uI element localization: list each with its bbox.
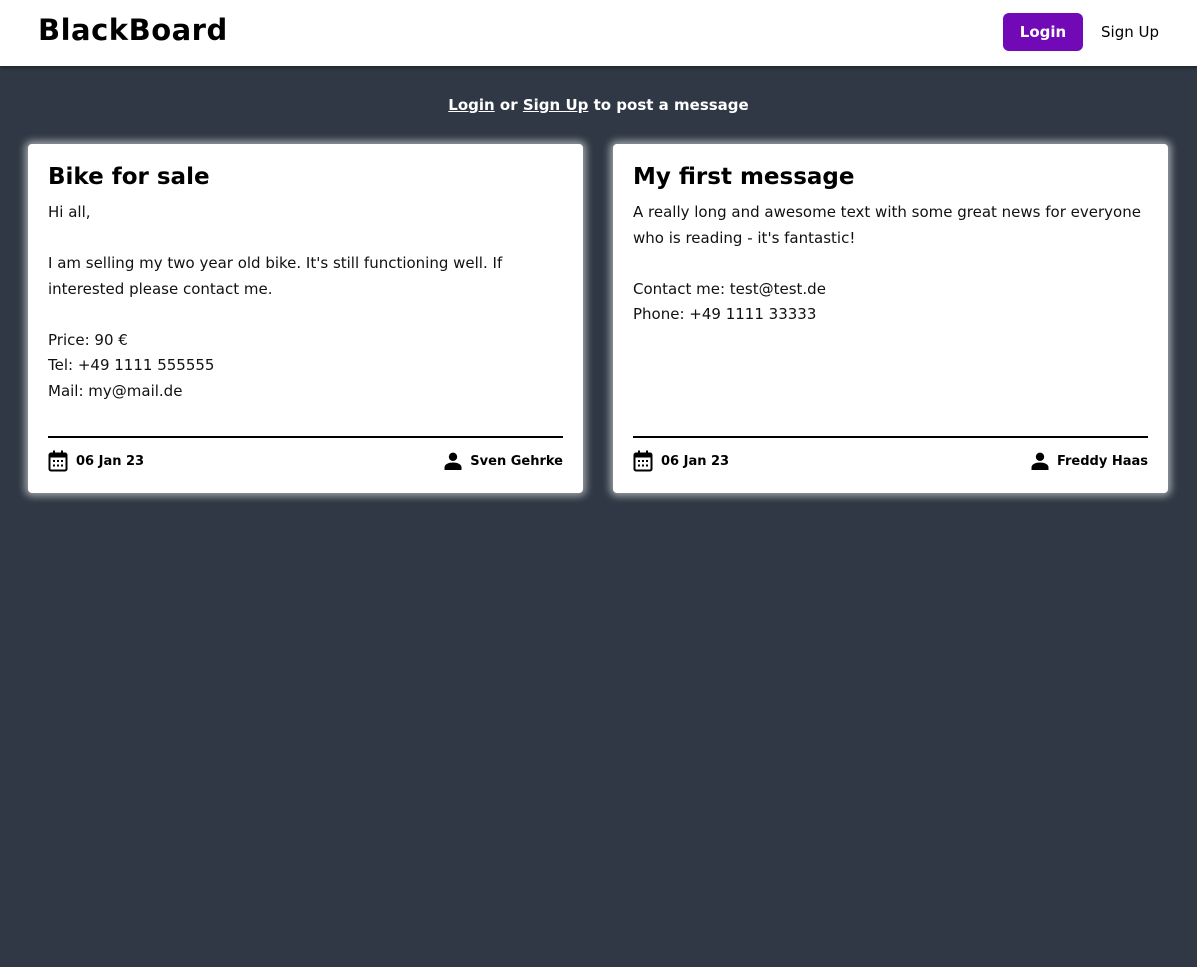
login-button[interactable]: Login (1003, 13, 1083, 51)
signup-button[interactable]: Sign Up (1096, 13, 1164, 51)
notice-or-text: or (499, 96, 518, 114)
calendar-icon (633, 450, 653, 472)
message-title: My first message (633, 164, 855, 190)
calendar-icon (48, 450, 68, 472)
card-divider (633, 436, 1148, 438)
message-author: Freddy Haas (1031, 452, 1148, 470)
message-body: A really long and awesome text with some… (633, 203, 1141, 323)
message-date-text: 06 Jan 23 (661, 453, 730, 469)
message-footer: 06 Jan 23 Freddy Haas (633, 450, 1148, 472)
notice-suffix-text: to post a message (593, 96, 749, 114)
message-author: Sven Gehrke (444, 452, 563, 470)
message-date-text: 06 Jan 23 (76, 453, 145, 469)
post-notice: Login or Sign Up to post a message (0, 95, 1197, 115)
message-card: My first message A really long and aweso… (613, 144, 1168, 493)
message-footer: 06 Jan 23 Sven Gehrke (48, 450, 563, 472)
notice-signup-link[interactable]: Sign Up (523, 96, 589, 114)
message-date: 06 Jan 23 (633, 450, 729, 472)
user-icon (444, 452, 462, 470)
message-author-text: Sven Gehrke (470, 453, 563, 469)
message-title: Bike for sale (48, 164, 210, 190)
card-divider (48, 436, 563, 438)
user-icon (1031, 452, 1049, 470)
notice-login-link[interactable]: Login (448, 96, 494, 114)
message-author-text: Freddy Haas (1056, 453, 1148, 469)
brand-logo[interactable]: BlackBoard (38, 13, 228, 47)
navbar: BlackBoard Login Sign Up (0, 0, 1197, 66)
message-body: Hi all, I am selling my two year old bik… (48, 203, 503, 400)
message-card: Bike for sale Hi all, I am selling my tw… (28, 144, 583, 493)
message-date: 06 Jan 23 (48, 450, 144, 472)
